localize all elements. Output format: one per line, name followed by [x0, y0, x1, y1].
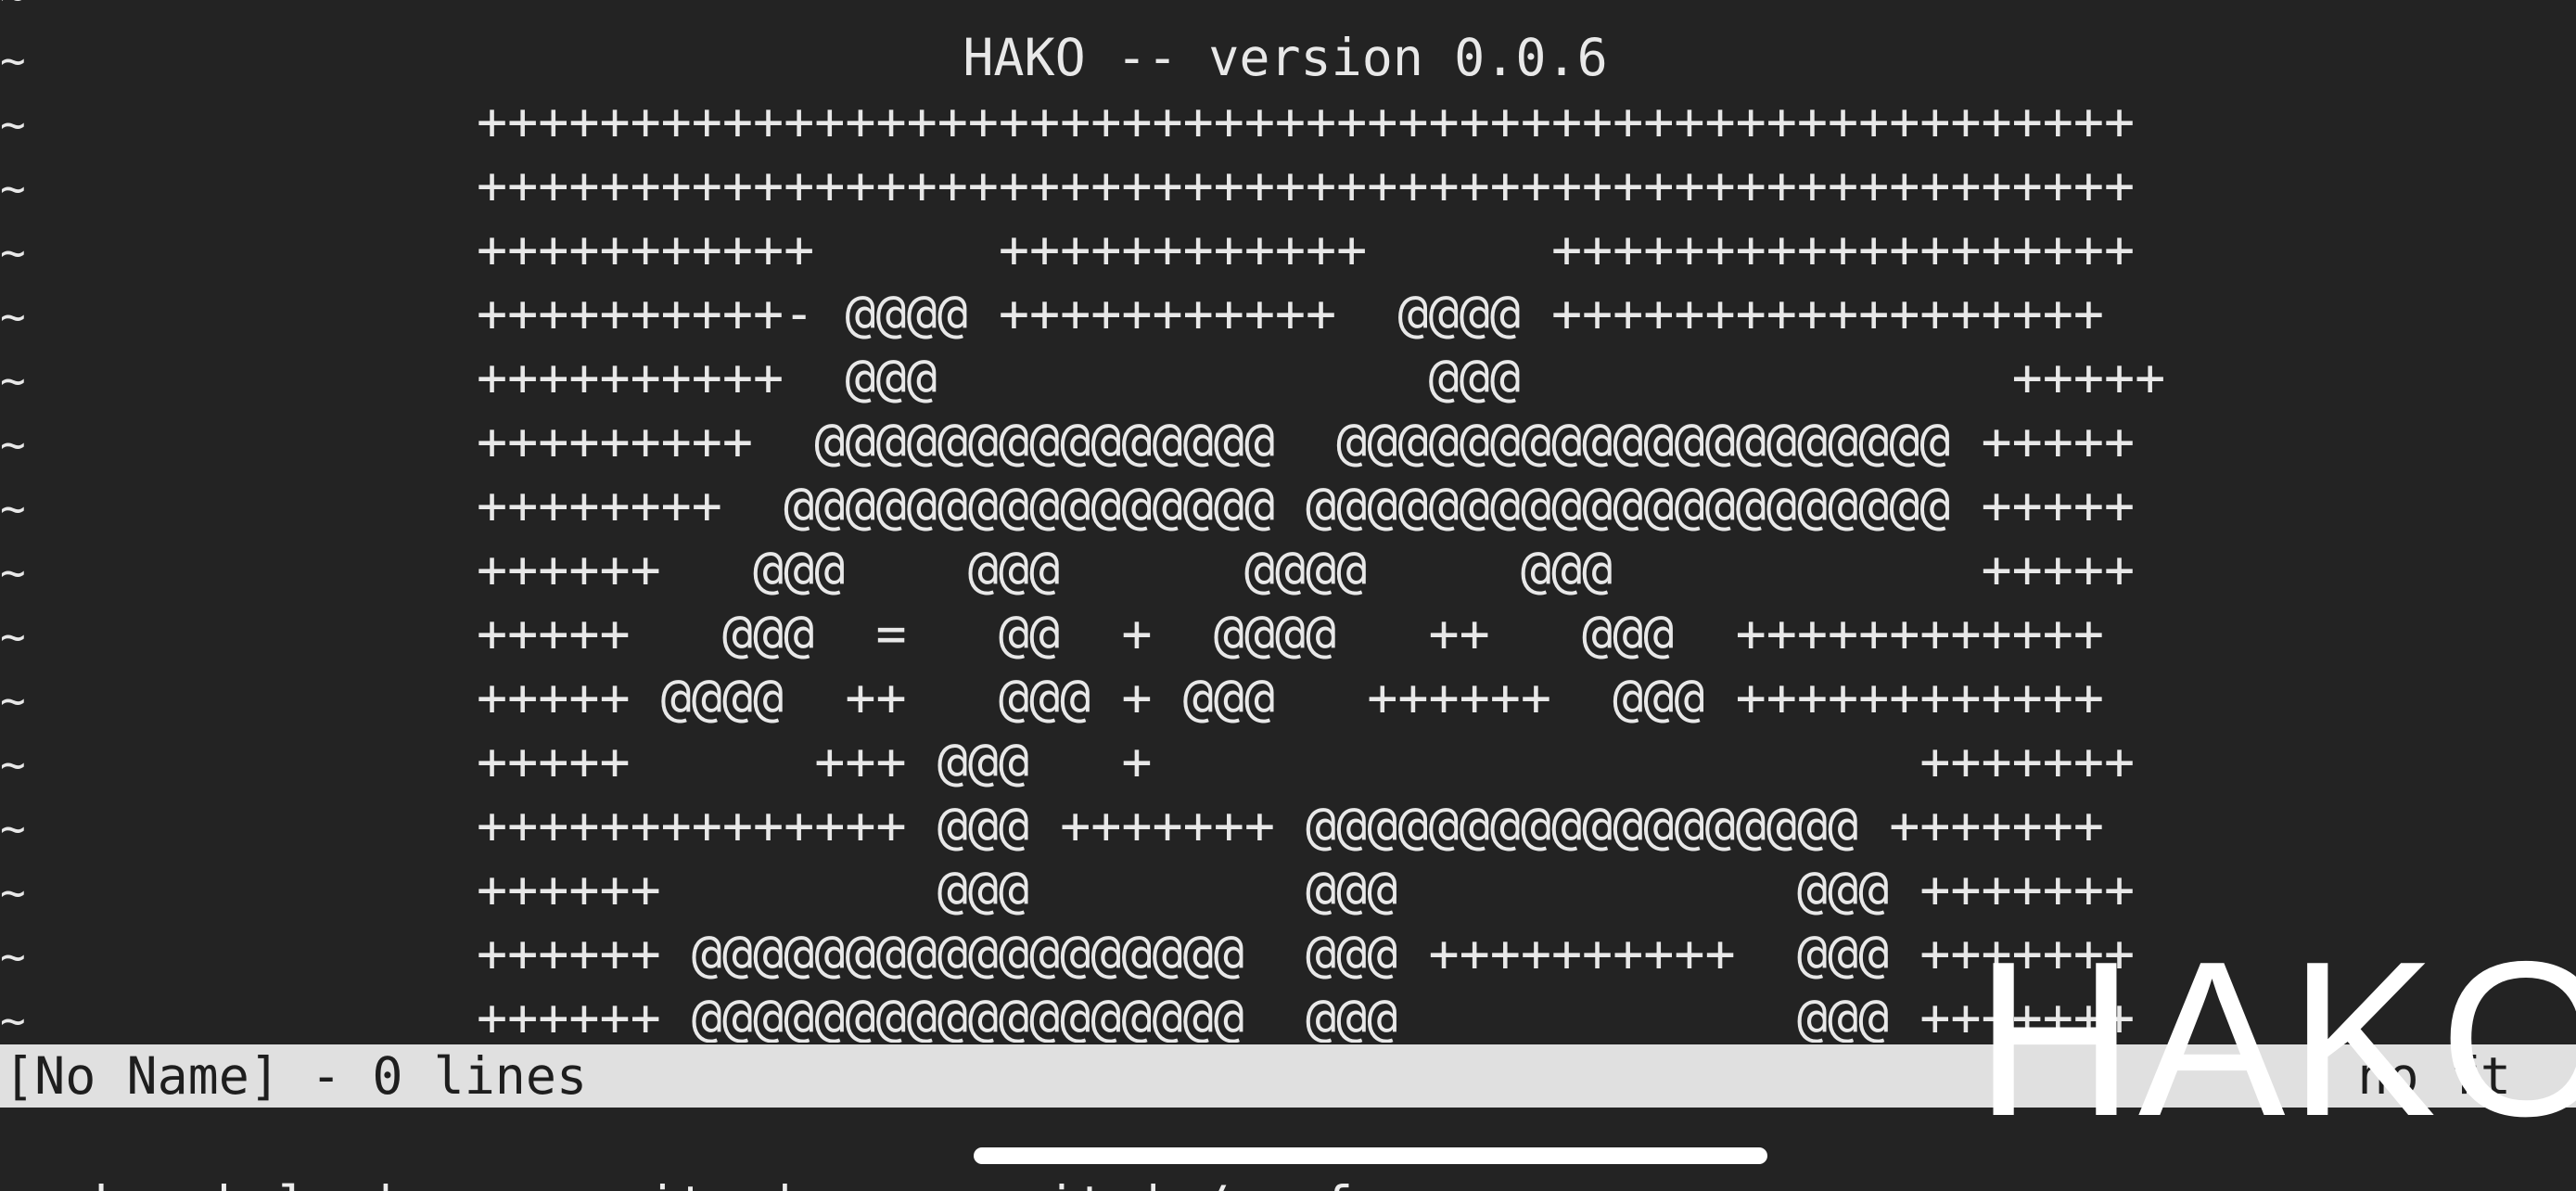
ascii-art-line: +++++ @@@@ ++ @@@ + @@@ ++++++ @@@ +++++…	[477, 668, 2104, 727]
ascii-art-line: +++++++++ @@@@@@@@@@@@@@@ @@@@@@@@@@@@@@…	[477, 412, 2136, 471]
editor-buffer[interactable]: ~~~~~~~~~~~~~~~~~ HAKO -- version 0.0.6 …	[0, 0, 2576, 1043]
ascii-art-line: ++++++++++++++++++++++++++++++++++++++++…	[477, 156, 2136, 215]
ascii-art-logo: ++++++++++++++++++++++++++++++++++++++++…	[0, 90, 2576, 1043]
home-indicator[interactable]	[974, 1147, 1767, 1164]
version-title: HAKO -- version 0.0.6	[963, 28, 1608, 87]
empty-line-marker: ~	[0, 0, 37, 29]
ascii-art-line: +++++ @@@ = @@ + @@@@ ++ @@@ +++++++++++…	[477, 604, 2104, 663]
ascii-art-line: ++++++++++++++++++++++++++++++++++++++++…	[477, 92, 2136, 151]
ascii-art-line: +++++++++++ ++++++++++++ +++++++++++++++…	[477, 220, 2136, 279]
ascii-art-line: ++++++++++++++ @@@ +++++++ @@@@@@@@@@@@@…	[477, 796, 2104, 855]
ascii-art-line: ++++++++ @@@@@@@@@@@@@@@@ @@@@@@@@@@@@@@…	[477, 476, 2136, 535]
command-hint: :h = help | :w = write | :q = quit | / =…	[61, 1175, 1445, 1191]
ascii-art-line: ++++++ @@@ @@@ @@@ +++++++	[477, 860, 2136, 919]
ascii-art-line: ++++++++++- @@@@ +++++++++++ @@@@ ++++++…	[477, 284, 2104, 343]
ascii-art-line: ++++++ @@@ @@@ @@@@ @@@ +++++	[477, 540, 2136, 599]
ascii-art-line: +++++ +++ @@@ + +++++++	[477, 732, 2136, 791]
splash-screen: HAKO -- version 0.0.6 ++++++++++++++++++…	[0, 26, 2576, 1043]
app-logo-overlay: HAKO	[1975, 916, 2576, 1162]
ascii-art-line: ++++++++++ @@@ @@@ +++++	[477, 348, 2166, 407]
file-status: [No Name] - 0 lines	[4, 1046, 588, 1106]
